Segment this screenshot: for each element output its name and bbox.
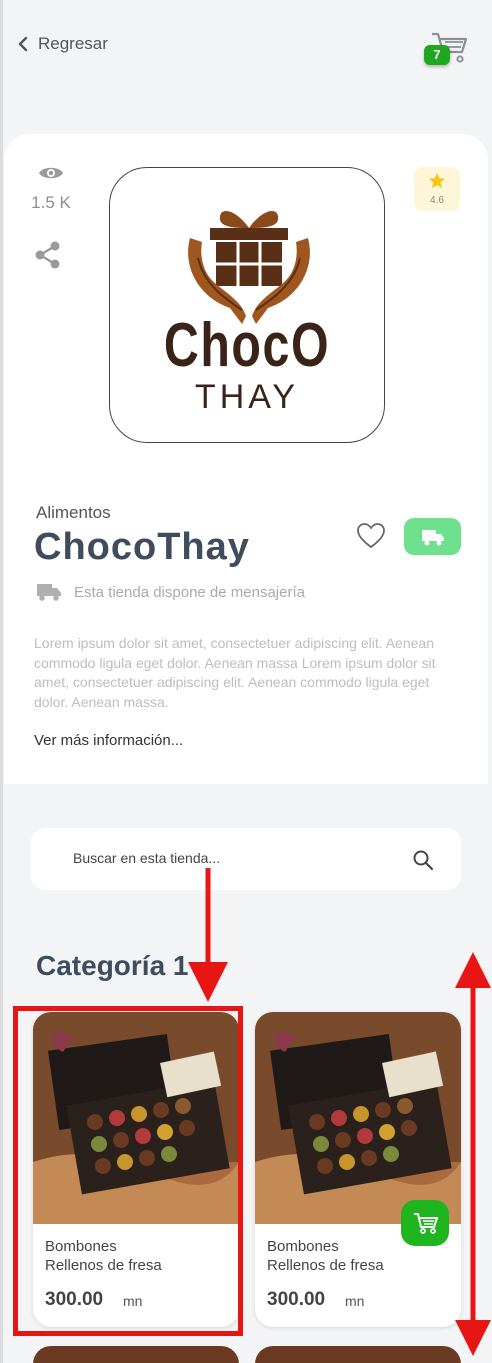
product-card-peek[interactable] [33,1346,239,1363]
more-info-link[interactable]: Ver más información... [34,732,183,749]
add-to-cart-button[interactable] [401,1200,449,1246]
rating-value: 4.6 [430,195,444,206]
star-icon [428,172,446,189]
rating-badge: 4.6 [414,167,460,211]
search-icon[interactable] [411,848,435,872]
add-cart-icon [414,1213,438,1234]
views-counter: 1.5 K [26,164,76,213]
store-name: ChocoThay [34,526,250,568]
truck-icon [422,530,444,546]
logo-text-main: ChocO [163,311,331,380]
back-label: Regresar [38,34,108,53]
annotation-highlight-box [13,1006,243,1336]
product-image [255,1012,461,1224]
product-name: Bombones Rellenos de fresa [267,1237,384,1275]
store-card: 1.5 K ChocO THAY 4.6 Alimentos ChocoThay [4,134,488,784]
cart-count-badge: 7 [424,45,450,65]
chevron-left-icon [18,36,28,52]
top-bar: Regresar 7 [0,0,492,92]
left-edge-divider [0,0,3,1363]
search-input[interactable]: Buscar en esta tienda... [73,850,220,866]
product-name-line2: Rellenos de fresa [267,1257,384,1274]
heart-icon [357,523,385,549]
product-name-line1: Bombones [267,1238,339,1255]
delivery-button[interactable] [404,518,461,555]
product-price-unit: mn [345,1293,365,1309]
store-search[interactable]: Buscar en esta tienda... [31,828,461,890]
truck-icon [37,584,61,601]
cart-button[interactable]: 7 [424,28,468,68]
delivery-text: Esta tienda dispone de mensajería [74,583,305,601]
favorite-button[interactable] [356,522,386,550]
product-price: 300.00 [267,1289,326,1310]
product-card-peek[interactable] [255,1346,461,1363]
store-category: Alimentos [36,503,111,522]
views-count: 1.5 K [31,193,71,212]
gift-hands-logo-icon [188,210,310,324]
share-icon [35,241,60,269]
logo-text-sub: THAY [194,378,300,416]
eye-icon [39,167,63,179]
back-button[interactable]: Regresar [16,34,108,54]
store-description: Lorem ipsum dolor sit amet, consectetuer… [34,635,436,710]
product-card[interactable]: Bombones Rellenos de fresa 300.00 mn [255,1012,461,1327]
category-title: Categoría 1 [36,950,189,981]
delivery-info: Esta tienda dispone de mensajería [36,582,305,602]
share-button[interactable] [34,240,62,270]
store-logo: ChocO THAY [109,167,385,443]
